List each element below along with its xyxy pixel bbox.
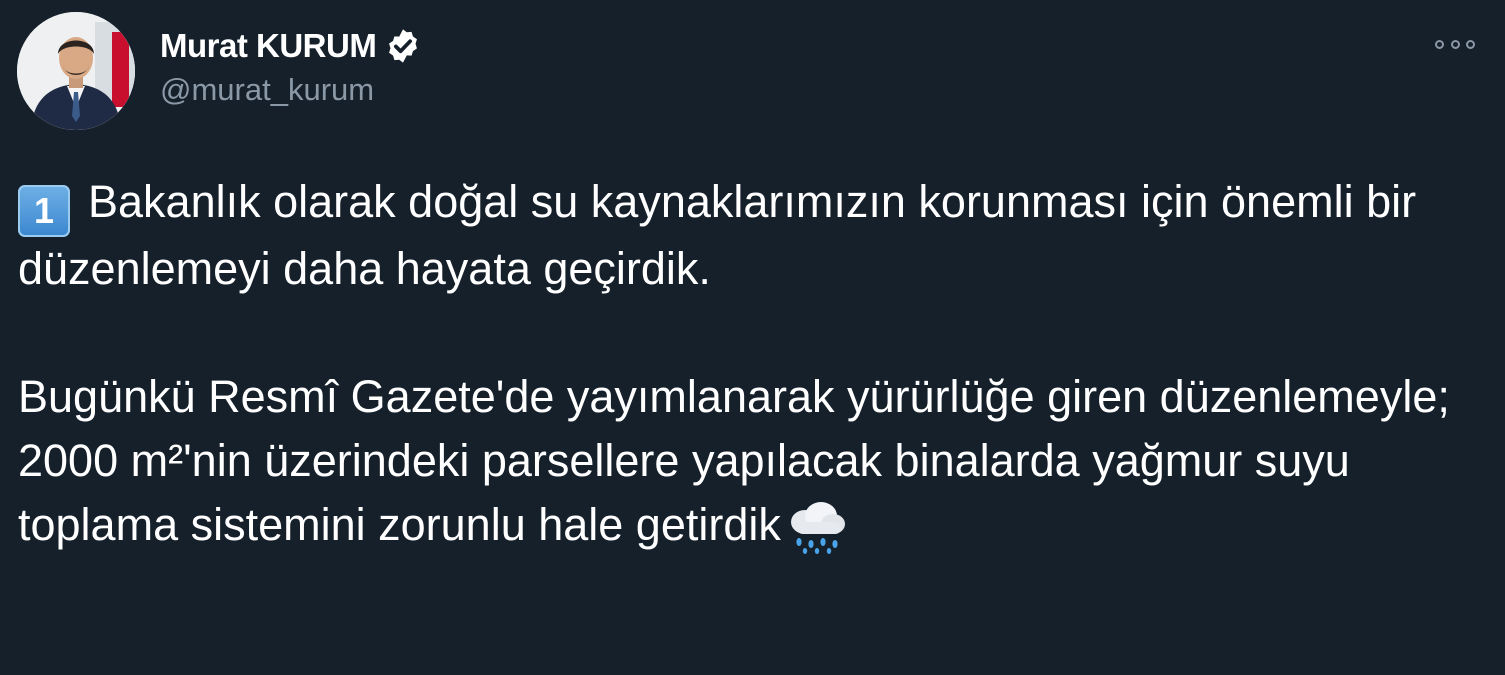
- more-options-icon[interactable]: [1435, 34, 1475, 54]
- profile-photo: [17, 12, 135, 130]
- tweet-card[interactable]: Murat KURUM @murat_kurum 1 Bakanlık olara…: [0, 0, 1505, 675]
- display-name[interactable]: Murat KURUM: [160, 27, 377, 65]
- user-handle[interactable]: @murat_kurum: [160, 72, 374, 108]
- user-name-row[interactable]: Murat KURUM: [160, 24, 422, 68]
- avatar[interactable]: [17, 12, 135, 130]
- paragraph-2-text: Bugünkü Resmî Gazete'de yayımlanarak yür…: [18, 371, 1450, 550]
- tweet-paragraph-1: 1 Bakanlık olarak doğal su kaynaklarımızı…: [18, 170, 1458, 301]
- verified-badge-icon: [389, 29, 418, 63]
- tweet-text: 1 Bakanlık olarak doğal su kaynaklarımızı…: [18, 170, 1458, 557]
- paragraph-1-text: Bakanlık olarak doğal su kaynaklarımızın…: [18, 176, 1417, 294]
- cloud-with-rain-icon: [790, 502, 845, 554]
- tweet-paragraph-2: Bugünkü Resmî Gazete'de yayımlanarak yür…: [18, 365, 1458, 557]
- keycap-one-icon: 1: [18, 185, 70, 237]
